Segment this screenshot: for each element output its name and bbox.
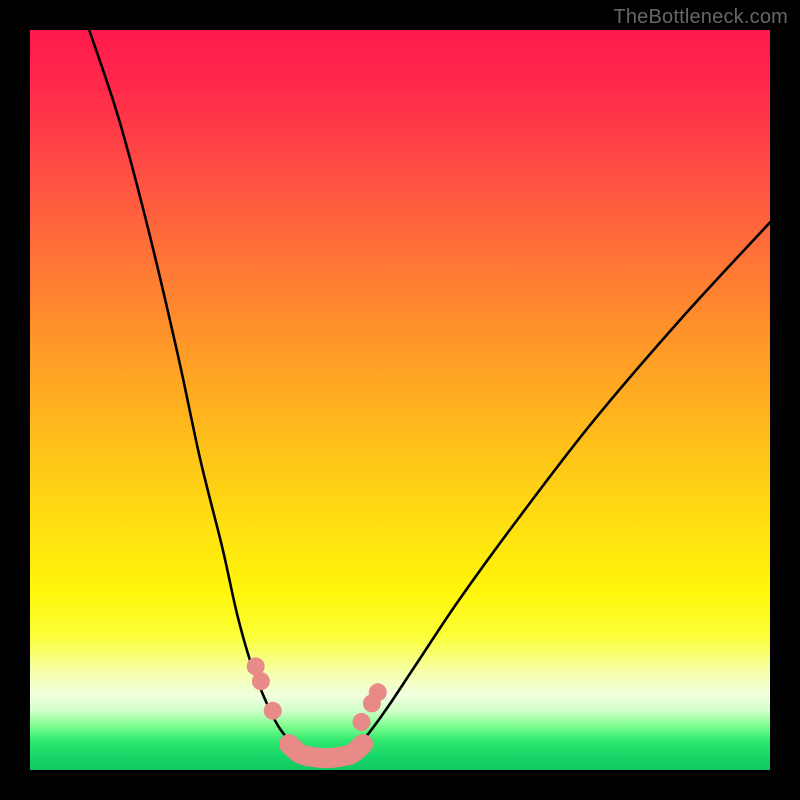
data-marker	[353, 713, 371, 731]
data-marker	[264, 702, 282, 720]
watermark: TheBottleneck.com	[613, 6, 788, 29]
data-marker	[252, 672, 270, 690]
markers-left	[247, 657, 282, 719]
chart-container: { "watermark": "TheBottleneck.com", "cha…	[0, 0, 800, 800]
plot-area	[30, 30, 770, 770]
bottom-marker-band	[289, 744, 363, 758]
bottleneck-curve	[89, 30, 770, 757]
markers-right	[353, 683, 387, 731]
curve-layer	[30, 30, 770, 770]
data-marker	[369, 683, 387, 701]
